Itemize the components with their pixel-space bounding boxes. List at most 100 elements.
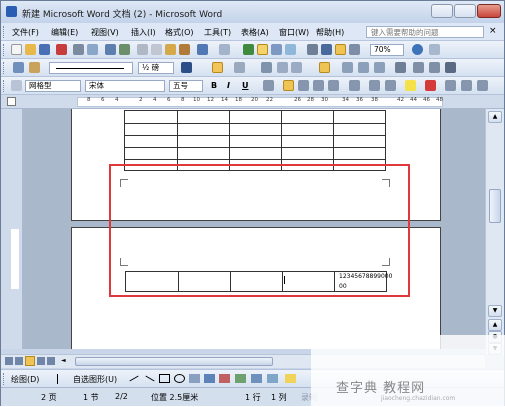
print-preview-icon[interactable] [87, 44, 98, 55]
menu-tools[interactable]: 工具(T) [204, 27, 231, 38]
menubar-grip[interactable] [3, 26, 6, 38]
document-close-icon[interactable]: × [489, 26, 497, 36]
scroll-thumb[interactable] [489, 189, 501, 223]
tab-selector-icon[interactable] [7, 97, 16, 106]
oval-icon[interactable] [174, 374, 185, 383]
menu-file[interactable]: 文件(F) [12, 27, 39, 38]
drawbar-grip[interactable] [3, 373, 6, 385]
undo-icon[interactable] [197, 44, 208, 55]
menu-insert[interactable]: 插入(I) [131, 27, 156, 38]
distribute-rows-icon[interactable] [342, 62, 353, 73]
font-select[interactable]: 宋体 [85, 80, 165, 92]
rectangle-icon[interactable] [159, 374, 170, 383]
ask-question-input[interactable]: 键入需要帮助的问题 [366, 26, 484, 38]
highlight-icon[interactable] [405, 80, 416, 91]
line-style-select[interactable] [49, 62, 133, 74]
wordart-icon[interactable] [219, 374, 230, 383]
scroll-left-icon[interactable]: ◄ [61, 357, 71, 367]
outside-border-icon[interactable] [212, 62, 223, 73]
paste-icon[interactable] [165, 44, 176, 55]
menu-view[interactable]: 视图(V) [91, 27, 119, 38]
maximize-button[interactable] [454, 4, 476, 18]
align-center-icon[interactable] [298, 80, 309, 91]
toolbar-grip-2[interactable] [3, 62, 6, 74]
read-icon[interactable] [429, 44, 440, 55]
columns-icon[interactable] [307, 44, 318, 55]
font-color-icon[interactable] [425, 80, 436, 91]
drawing-icon[interactable] [321, 44, 332, 55]
web-view-icon[interactable] [15, 357, 23, 365]
border-color-icon[interactable] [181, 62, 192, 73]
sort-descending-icon[interactable] [429, 62, 440, 73]
line-spacing-icon[interactable] [349, 80, 360, 91]
merge-cells-icon[interactable] [277, 62, 288, 73]
normal-view-icon[interactable] [5, 357, 13, 365]
spelling-icon[interactable] [105, 44, 116, 55]
fill-color-icon[interactable] [285, 374, 296, 383]
draw-table-icon[interactable] [13, 62, 24, 73]
sort-ascending-icon[interactable] [413, 62, 424, 73]
reading-view-icon[interactable] [47, 357, 55, 365]
print-icon[interactable] [73, 44, 84, 55]
menu-edit[interactable]: 编辑(E) [51, 27, 78, 38]
redo-icon[interactable] [219, 44, 230, 55]
draw-menu[interactable]: 绘图(D) [11, 374, 39, 385]
menu-format[interactable]: 格式(O) [165, 27, 194, 38]
eraser-icon[interactable] [29, 62, 40, 73]
align-right-icon[interactable] [313, 80, 324, 91]
horizontal-scroll-thumb[interactable] [75, 357, 273, 366]
copy-icon[interactable] [151, 44, 162, 55]
close-button[interactable] [477, 4, 501, 18]
toolbar-grip[interactable] [3, 44, 6, 56]
vertical-textbox-icon[interactable] [204, 374, 215, 383]
text-direction-icon[interactable] [395, 62, 406, 73]
insert-table-icon[interactable] [271, 44, 282, 55]
insert-excel-icon[interactable] [285, 44, 296, 55]
align-cell-icon[interactable] [319, 62, 330, 73]
open-icon[interactable] [25, 44, 36, 55]
shrink-font-icon[interactable] [477, 80, 488, 91]
vertical-ruler[interactable] [1, 109, 23, 349]
align-left-icon[interactable] [283, 80, 294, 91]
distribute-columns-icon[interactable] [358, 62, 369, 73]
select-objects-icon[interactable] [57, 374, 65, 384]
outline-view-icon[interactable] [37, 357, 45, 365]
prev-page-icon[interactable]: ▲ [488, 319, 502, 331]
italic-button[interactable]: I [227, 81, 230, 90]
document-map-icon[interactable] [335, 44, 346, 55]
bold-button[interactable]: B [211, 81, 217, 90]
autoformat-icon[interactable] [374, 62, 385, 73]
format-painter-icon[interactable] [179, 44, 190, 55]
toolbar-grip-3[interactable] [3, 80, 6, 92]
show-hide-icon[interactable] [349, 44, 360, 55]
arrow-icon[interactable] [145, 375, 155, 382]
save-icon[interactable] [39, 44, 50, 55]
horizontal-ruler[interactable]: 8 6 4 2 4 6 8 10 12 14 18 20 22 26 28 30… [1, 95, 504, 109]
phonetic-icon[interactable] [445, 80, 456, 91]
permission-icon[interactable] [56, 44, 67, 55]
numbering-icon[interactable] [369, 80, 380, 91]
help-icon[interactable] [412, 44, 423, 55]
clipart-icon[interactable] [251, 374, 262, 383]
cut-icon[interactable] [137, 44, 148, 55]
picture-icon[interactable] [267, 374, 278, 383]
minimize-button[interactable] [431, 4, 453, 18]
grow-font-icon[interactable] [461, 80, 472, 91]
zoom-select[interactable]: 70% [370, 44, 404, 56]
diagram-icon[interactable] [235, 374, 246, 383]
vertical-scrollbar[interactable]: ▲ ▼ ▲ ● ▼ [485, 109, 504, 355]
bullets-icon[interactable] [385, 80, 396, 91]
line-weight-select[interactable]: ½ 磅 [138, 62, 174, 74]
textbox-icon[interactable] [189, 374, 200, 383]
underline-button[interactable]: U [242, 81, 249, 90]
scroll-up-icon[interactable]: ▲ [488, 111, 502, 123]
table-top[interactable] [124, 110, 386, 171]
char-border-icon[interactable] [263, 80, 274, 91]
menu-help[interactable]: 帮助(H) [316, 27, 344, 38]
split-cells-icon[interactable] [291, 62, 302, 73]
scroll-down-icon[interactable]: ▼ [488, 305, 502, 317]
research-icon[interactable] [119, 44, 130, 55]
menu-window[interactable]: 窗口(W) [279, 27, 309, 38]
justify-icon[interactable] [328, 80, 339, 91]
shading-color-icon[interactable] [234, 62, 245, 73]
